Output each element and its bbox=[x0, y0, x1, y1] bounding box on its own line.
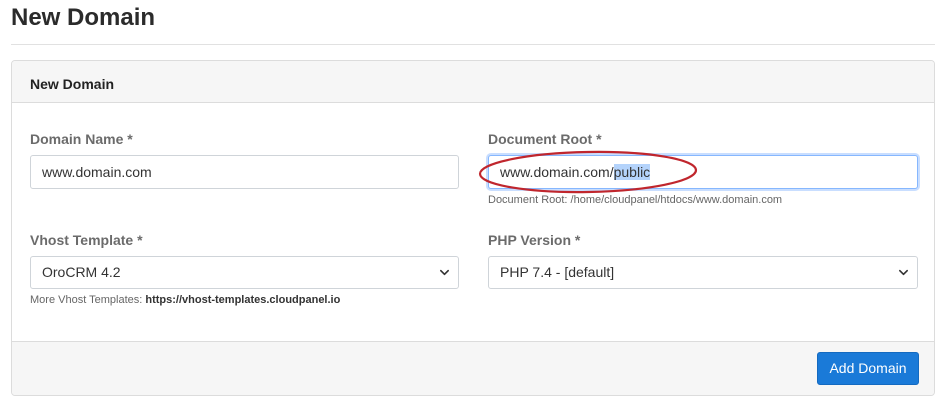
document-root-value: www.domain.com/ bbox=[500, 164, 614, 180]
vhost-template-help: More Vhost Templates: https://vhost-temp… bbox=[30, 294, 340, 306]
vhost-template-selected: OroCRM 4.2 bbox=[42, 264, 121, 280]
page-title: New Domain bbox=[11, 4, 156, 31]
php-version-selected: PHP 7.4 - [default] bbox=[500, 264, 615, 280]
card-header: New Domain bbox=[12, 61, 934, 103]
chevron-down-icon bbox=[440, 269, 449, 276]
domain-name-label: Domain Name * bbox=[30, 131, 133, 147]
vhost-template-select[interactable]: OroCRM 4.2 bbox=[30, 256, 459, 289]
new-domain-card: New Domain Domain Name * www.domain.com … bbox=[11, 60, 935, 396]
domain-name-input[interactable]: www.domain.com bbox=[30, 155, 459, 189]
title-divider bbox=[11, 44, 935, 45]
vhost-template-help-prefix: More Vhost Templates: bbox=[30, 294, 146, 306]
vhost-templates-link[interactable]: https://vhost-templates.cloudpanel.io bbox=[145, 294, 340, 306]
document-root-help: Document Root: /home/cloudpanel/htdocs/w… bbox=[488, 194, 783, 206]
document-root-selected-text: public bbox=[613, 164, 651, 180]
document-root-input[interactable]: www.domain.com/public bbox=[488, 155, 918, 189]
document-root-label: Document Root * bbox=[488, 131, 602, 147]
vhost-template-label: Vhost Template * bbox=[30, 232, 143, 248]
add-domain-button[interactable]: Add Domain bbox=[817, 352, 919, 385]
chevron-down-icon bbox=[899, 269, 908, 276]
card-header-title: New Domain bbox=[30, 76, 115, 92]
php-version-select[interactable]: PHP 7.4 - [default] bbox=[488, 256, 918, 289]
domain-name-value: www.domain.com bbox=[42, 164, 152, 180]
php-version-label: PHP Version * bbox=[488, 232, 581, 248]
card-footer: Add Domain bbox=[12, 341, 934, 395]
